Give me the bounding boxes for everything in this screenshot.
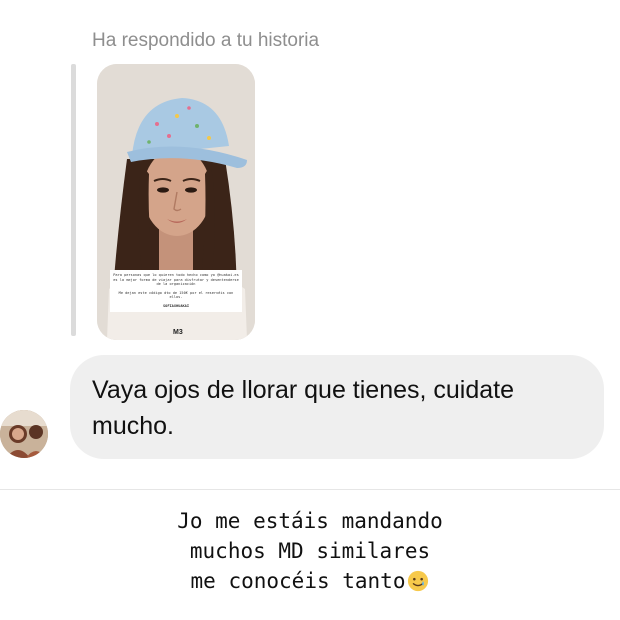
reply-header: Ha respondido a tu historia [92, 30, 320, 51]
story-caption-text-2: Me dejan este código dto de 150€ por el … [118, 290, 234, 300]
story-thumbnail[interactable]: Para personas que lo quieren todo hecho … [97, 64, 255, 340]
caption: Jo me estáis mandando muchos MD similare… [0, 506, 620, 596]
story-discount-code: SOFIAXHUAKAI [163, 303, 189, 308]
divider [0, 489, 620, 490]
smiling-face-with-tear-icon [408, 570, 429, 592]
story-caption: Para personas que lo quieren todo hecho … [110, 270, 242, 312]
story-brand-text: M3 [173, 329, 183, 336]
caption-line-1: Jo me estáis mandando [177, 509, 443, 533]
quote-bar [71, 64, 76, 336]
caption-line-3: me conocéis tanto [190, 569, 406, 593]
avatar[interactable] [0, 410, 48, 458]
avatar-photo [0, 410, 48, 458]
caption-line-3-wrap: me conocéis tanto [0, 566, 620, 596]
message-text: Vaya ojos de llorar que tienes, cuidate … [92, 376, 515, 440]
story-caption-text-1: Para personas que lo quieren todo hecho … [113, 273, 239, 287]
message-bubble[interactable]: Vaya ojos de llorar que tienes, cuidate … [70, 355, 604, 459]
caption-line-2: muchos MD similares [189, 539, 431, 563]
